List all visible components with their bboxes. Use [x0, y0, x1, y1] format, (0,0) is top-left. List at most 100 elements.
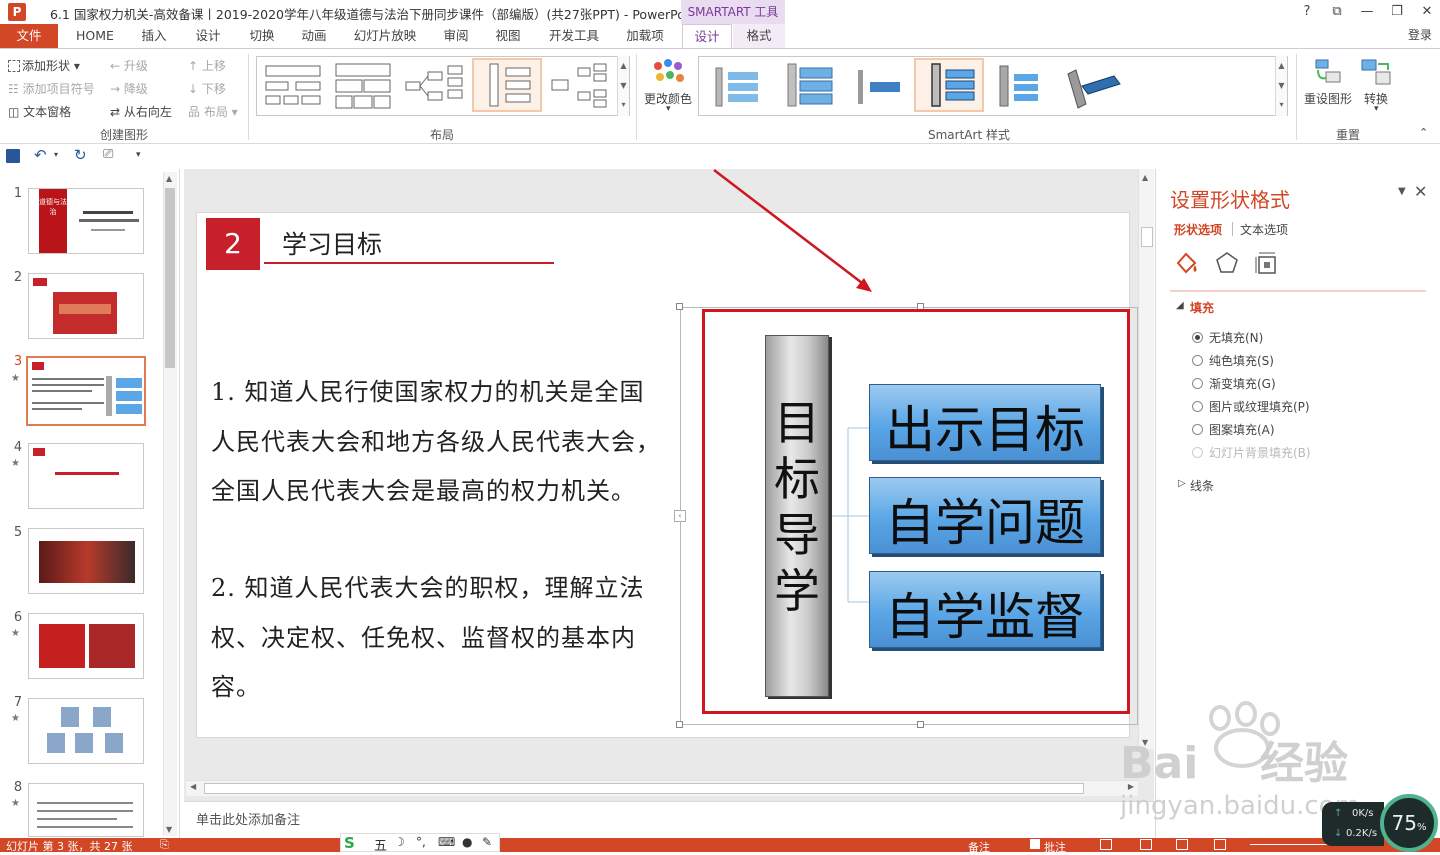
- reset-graphic-button[interactable]: 重设图形: [1304, 90, 1352, 107]
- fill-section-header[interactable]: 填充: [1190, 299, 1214, 316]
- tab-addins[interactable]: 加载项: [616, 24, 674, 48]
- slideshow-view-icon[interactable]: [1214, 839, 1226, 850]
- tab-text-options[interactable]: 文本选项: [1240, 221, 1288, 238]
- move-down-button[interactable]: ↓ 下移: [188, 80, 226, 97]
- resize-handle[interactable]: [676, 721, 683, 728]
- user-icon[interactable]: ●: [462, 835, 472, 849]
- keyboard-icon[interactable]: ⌨: [438, 835, 455, 849]
- thumbnail-pane-scrollbar[interactable]: ▲ ▼: [163, 172, 177, 836]
- text-pane-button[interactable]: ◫ 文本窗格: [8, 103, 71, 120]
- slide-thumbnail-5[interactable]: [28, 528, 144, 594]
- layout-option-table-hierarchy[interactable]: [330, 60, 396, 112]
- layout-dropdown-button[interactable]: 品 布局 ▾: [188, 103, 238, 120]
- moon-icon[interactable]: ☽: [394, 835, 405, 849]
- slide-thumbnail-3-selected[interactable]: [26, 356, 146, 426]
- radio-button[interactable]: [1192, 447, 1203, 458]
- slide-thumbnail-6[interactable]: [28, 613, 144, 679]
- pane-options-chevron-icon[interactable]: ▼: [1398, 186, 1406, 197]
- radio-button[interactable]: [1192, 401, 1203, 412]
- radio-button[interactable]: [1192, 424, 1203, 435]
- normal-view-icon[interactable]: [1100, 839, 1112, 850]
- demote-button[interactable]: → 降级: [110, 80, 148, 97]
- slide-thumbnail-4[interactable]: [28, 443, 144, 509]
- slide-thumbnail-1[interactable]: 道德与法治: [28, 188, 144, 254]
- powerpoint-app-icon[interactable]: P: [8, 3, 26, 21]
- body-text-line[interactable]: 容。: [211, 667, 261, 702]
- tab-file[interactable]: 文件: [0, 24, 58, 48]
- pane-close-icon[interactable]: ✕: [1414, 182, 1427, 201]
- canvas-vertical-scrollbar[interactable]: ▲ ▼: [1138, 169, 1154, 749]
- login-link[interactable]: 登录: [1408, 26, 1432, 43]
- save-icon[interactable]: [6, 149, 20, 163]
- body-text-line[interactable]: 人民代表大会和地方各级人民代表大会，: [211, 422, 661, 457]
- comments-toggle-button[interactable]: 批注: [1044, 839, 1066, 855]
- slide-title[interactable]: 学习目标: [282, 225, 382, 261]
- style-option-brick[interactable]: [988, 60, 1054, 112]
- tab-developer[interactable]: 开发工具: [542, 24, 606, 48]
- radio-picture-fill[interactable]: 图片或纹理填充(P): [1192, 398, 1310, 415]
- tab-smartart-format[interactable]: 格式: [733, 24, 785, 48]
- slide-thumbnail-7[interactable]: [28, 698, 144, 764]
- sogou-logo-icon[interactable]: S: [344, 834, 364, 852]
- chevron-down-icon[interactable]: ▾: [54, 150, 58, 159]
- styles-gallery-scroll[interactable]: ▲ ▼ ▾: [1275, 56, 1287, 116]
- move-up-button[interactable]: ↑ 上移: [188, 57, 226, 74]
- notes-placeholder[interactable]: 单击此处添加备注: [196, 809, 300, 828]
- add-bullet-button[interactable]: ☷ 添加项目符号: [8, 80, 95, 97]
- line-section-header[interactable]: 线条: [1190, 477, 1214, 494]
- style-option-3d-inset[interactable]: [846, 60, 912, 112]
- add-shape-button[interactable]: 添加形状 ▾: [8, 57, 80, 74]
- present-from-start-icon[interactable]: ⎚: [103, 147, 113, 162]
- layout-option-radial-hierarchy[interactable]: [546, 60, 612, 112]
- tab-insert[interactable]: 插入: [130, 24, 178, 48]
- tab-smartart-design[interactable]: 设计: [682, 24, 732, 48]
- ime-mode[interactable]: 五: [374, 835, 387, 854]
- zoom-slider[interactable]: [1250, 844, 1330, 845]
- style-option-flat[interactable]: [704, 60, 770, 112]
- layout-option-org-chart[interactable]: [260, 60, 326, 112]
- slide-thumbnail-2[interactable]: [28, 273, 144, 339]
- collapse-ribbon-icon[interactable]: ⌃: [1419, 126, 1428, 139]
- body-text-line[interactable]: 全国人民代表大会是最高的权力机关。: [211, 471, 636, 506]
- size-properties-icon[interactable]: [1254, 250, 1280, 276]
- radio-button[interactable]: [1192, 378, 1203, 389]
- radio-pattern-fill[interactable]: 图案填充(A): [1192, 421, 1275, 438]
- notes-pane[interactable]: [184, 801, 1154, 838]
- minimize-button[interactable]: —: [1356, 2, 1378, 22]
- zoom-level-indicator[interactable]: 75%: [1380, 794, 1438, 852]
- punctuation-icon[interactable]: °,: [416, 835, 426, 849]
- notes-toggle-button[interactable]: 备注: [968, 839, 990, 855]
- style-option-3d-polished[interactable]: [776, 60, 842, 112]
- radio-gradient-fill[interactable]: 渐变填充(G): [1192, 375, 1276, 392]
- canvas-horizontal-scrollbar[interactable]: ◀ ▶: [186, 780, 1138, 796]
- customize-qat-icon[interactable]: ▾: [136, 150, 141, 160]
- tab-animations[interactable]: 动画: [290, 24, 338, 48]
- ribbon-display-options-button[interactable]: ⧉: [1326, 2, 1348, 22]
- radio-button-selected[interactable]: [1192, 332, 1203, 343]
- resize-handle[interactable]: [676, 303, 683, 310]
- style-option-selected-cartoon[interactable]: [914, 58, 984, 112]
- radio-background-fill-disabled[interactable]: 幻灯片背景填充(B): [1192, 444, 1311, 461]
- tab-review[interactable]: 审阅: [432, 24, 480, 48]
- body-text-line[interactable]: 2. 知道人民代表大会的职权，理解立法: [211, 568, 645, 603]
- tab-transitions[interactable]: 切换: [238, 24, 286, 48]
- radio-button[interactable]: [1192, 355, 1203, 366]
- body-text-line[interactable]: 权、决定权、任免权、监督权的基本内: [211, 618, 636, 653]
- undo-icon[interactable]: ↶: [34, 146, 47, 164]
- tab-slideshow[interactable]: 幻灯片放映: [346, 24, 424, 48]
- tab-view[interactable]: 视图: [484, 24, 532, 48]
- wrench-icon[interactable]: ✎: [482, 835, 492, 849]
- right-to-left-button[interactable]: ⇄ 从右向左: [110, 103, 172, 120]
- help-button[interactable]: ?: [1296, 2, 1318, 22]
- fill-line-icon[interactable]: [1173, 249, 1201, 277]
- body-text-line[interactable]: 1. 知道人民行使国家权力的机关是全国: [211, 372, 645, 407]
- layout-gallery-scroll[interactable]: ▲ ▼ ▾: [617, 56, 629, 116]
- close-button[interactable]: ✕: [1416, 2, 1438, 22]
- reading-view-icon[interactable]: [1176, 839, 1188, 850]
- spellcheck-icon[interactable]: ⎘: [160, 838, 169, 852]
- text-pane-toggle-icon[interactable]: ‹: [674, 510, 686, 522]
- redo-icon[interactable]: ↻: [74, 146, 87, 164]
- tab-home[interactable]: HOME: [66, 24, 124, 48]
- slide-sorter-icon[interactable]: [1140, 839, 1152, 850]
- tab-shape-options[interactable]: 形状选项: [1174, 221, 1222, 238]
